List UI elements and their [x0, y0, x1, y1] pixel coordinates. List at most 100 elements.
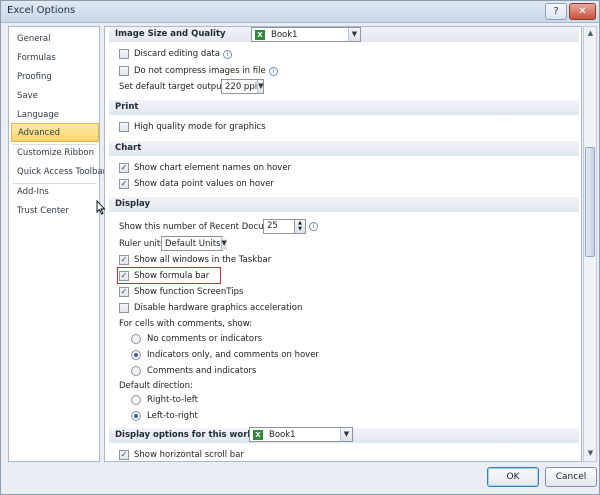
nav-item-formulas[interactable]: Formulas — [11, 49, 99, 68]
indicators-only-label: Indicators only, and comments on hover — [147, 350, 319, 360]
direction-heading-row: Default direction: — [119, 379, 193, 393]
comments-heading-row: For cells with comments, show: — [119, 317, 252, 331]
spinner-arrows-icon[interactable]: ▲ ▼ — [295, 219, 306, 234]
cancel-button[interactable]: Cancel — [545, 467, 597, 487]
scrollbar-thumb[interactable] — [585, 147, 595, 257]
comments-indicators-row[interactable]: Comments and indicators — [131, 364, 256, 378]
title-bar: Excel Options ? ✕ — [1, 1, 599, 23]
help-button[interactable]: ? — [545, 3, 567, 20]
horizontal-scrollbar-row[interactable]: ✓ Show horizontal scroll bar — [119, 448, 244, 461]
image-workbook-select[interactable]: X Book1 ▼ — [251, 27, 361, 42]
nav-item-quick-access-toolbar[interactable]: Quick Access Toolbar — [11, 163, 106, 182]
content-scrollbar[interactable]: ▲ ▼ — [583, 26, 597, 462]
image-workbook-value: Book1 — [271, 29, 298, 40]
info-icon: i — [268, 66, 278, 76]
close-icon: ✕ — [578, 6, 587, 17]
info-icon: i — [222, 49, 232, 59]
target-output-value: 220 ppi — [225, 81, 258, 92]
rtl-radio[interactable] — [131, 395, 141, 405]
data-point-values-label: Show data point values on hover — [134, 179, 274, 189]
help-icon: ? — [553, 6, 559, 17]
nav-item-add-ins[interactable]: Add-Ins — [11, 183, 99, 202]
high-quality-checkbox[interactable] — [119, 122, 129, 132]
no-comments-radio[interactable] — [131, 334, 141, 344]
section-display: Display — [109, 197, 579, 212]
high-quality-label: High quality mode for graphics — [134, 122, 266, 132]
chart-element-names-row[interactable]: ✓ Show chart element names on hover — [119, 161, 291, 175]
no-comments-row[interactable]: No comments or indicators — [131, 332, 262, 346]
no-compress-row[interactable]: Do not compress images in file i — [119, 64, 278, 78]
chart-element-names-label: Show chart element names on hover — [134, 163, 292, 173]
nav-item-proofing[interactable]: Proofing — [11, 68, 99, 87]
target-output-select[interactable]: 220 ppi ▼ — [221, 79, 264, 94]
nav-item-general[interactable]: General — [11, 30, 99, 49]
formula-bar-highlight — [117, 267, 221, 284]
data-point-values-row[interactable]: ✓ Show data point values on hover — [119, 177, 274, 191]
close-button[interactable]: ✕ — [569, 3, 596, 20]
horizontal-scrollbar-label: Show horizontal scroll bar — [134, 450, 244, 460]
data-point-values-checkbox[interactable]: ✓ — [119, 179, 129, 189]
scroll-down-icon[interactable]: ▼ — [586, 449, 595, 457]
all-windows-taskbar-row[interactable]: ✓ Show all windows in the Taskbar — [119, 253, 271, 267]
no-comments-label: No comments or indicators — [147, 334, 263, 344]
indicators-only-row[interactable]: Indicators only, and comments on hover — [131, 348, 319, 362]
nav-item-trust-center[interactable]: Trust Center — [11, 202, 99, 221]
nav-item-customize-ribbon[interactable]: Customize Ribbon — [11, 144, 99, 163]
ruler-units-value: Default Units — [165, 238, 221, 249]
section-title: Display — [115, 199, 151, 209]
chevron-down-icon: ▼ — [257, 80, 264, 93]
chart-element-names-checkbox[interactable]: ✓ — [119, 163, 129, 173]
recent-documents-value[interactable]: 25 — [263, 219, 295, 234]
comments-indicators-label: Comments and indicators — [147, 366, 257, 376]
excel-workbook-icon: X — [253, 429, 263, 440]
nav-item-advanced[interactable]: Advanced — [11, 123, 99, 142]
high-quality-row[interactable]: High quality mode for graphics — [119, 120, 266, 134]
discard-editing-label: Discard editing data — [134, 49, 220, 59]
hardware-acceleration-row[interactable]: Disable hardware graphics acceleration — [119, 301, 302, 315]
indicators-only-radio[interactable] — [131, 350, 141, 360]
advanced-options-pane: Image Size and Quality X Book1 ▼ Discard… — [104, 26, 582, 462]
discard-editing-checkbox[interactable] — [119, 49, 129, 59]
ltr-label: Left-to-right — [147, 411, 198, 421]
section-title: Image Size and Quality — [115, 29, 226, 39]
recent-documents-spinner[interactable]: 25 ▲ ▼ i — [263, 219, 318, 234]
window-title: Excel Options — [7, 5, 76, 16]
ruler-units-select[interactable]: Default Units ▼ — [161, 236, 227, 251]
scroll-up-icon[interactable]: ▲ — [586, 29, 595, 37]
function-screentips-label: Show function ScreenTips — [134, 287, 244, 297]
display-workbook-select[interactable]: X Book1 ▼ — [249, 427, 353, 442]
comments-heading: For cells with comments, show: — [119, 319, 253, 329]
all-windows-taskbar-checkbox[interactable]: ✓ — [119, 255, 129, 265]
comments-indicators-radio[interactable] — [131, 366, 141, 376]
section-chart: Chart — [109, 141, 579, 156]
discard-editing-row[interactable]: Discard editing data i — [119, 47, 232, 61]
section-title: Chart — [115, 143, 142, 153]
no-compress-label: Do not compress images in file — [134, 66, 266, 76]
horizontal-scrollbar-checkbox[interactable]: ✓ — [119, 450, 129, 460]
no-compress-checkbox[interactable] — [119, 66, 129, 76]
rtl-row[interactable]: Right-to-left — [131, 393, 198, 407]
ruler-units-label: Ruler units — [119, 239, 165, 249]
ltr-radio[interactable] — [131, 411, 141, 421]
section-title: Print — [115, 102, 139, 112]
mouse-pointer-icon — [96, 200, 106, 215]
hardware-acceleration-checkbox[interactable] — [119, 303, 129, 313]
chevron-down-icon: ▼ — [340, 428, 352, 441]
function-screentips-row[interactable]: ✓ Show function ScreenTips — [119, 285, 243, 299]
section-print: Print — [109, 100, 579, 115]
all-windows-taskbar-label: Show all windows in the Taskbar — [134, 255, 272, 265]
hardware-acceleration-label: Disable hardware graphics acceleration — [134, 303, 303, 313]
rtl-label: Right-to-left — [147, 395, 198, 405]
info-icon: i — [309, 222, 318, 231]
ruler-units-row: Ruler units — [119, 237, 165, 251]
options-nav: General Formulas Proofing Save Language … — [8, 26, 106, 462]
direction-heading: Default direction: — [119, 381, 193, 391]
excel-workbook-icon: X — [255, 29, 265, 40]
function-screentips-checkbox[interactable]: ✓ — [119, 287, 129, 297]
chevron-down-icon: ▼ — [348, 28, 360, 41]
nav-item-save[interactable]: Save — [11, 87, 99, 106]
chevron-down-icon: ▼ — [220, 237, 227, 250]
ok-button[interactable]: OK — [487, 467, 539, 487]
ltr-row[interactable]: Left-to-right — [131, 409, 198, 423]
display-workbook-value: Book1 — [269, 429, 296, 440]
